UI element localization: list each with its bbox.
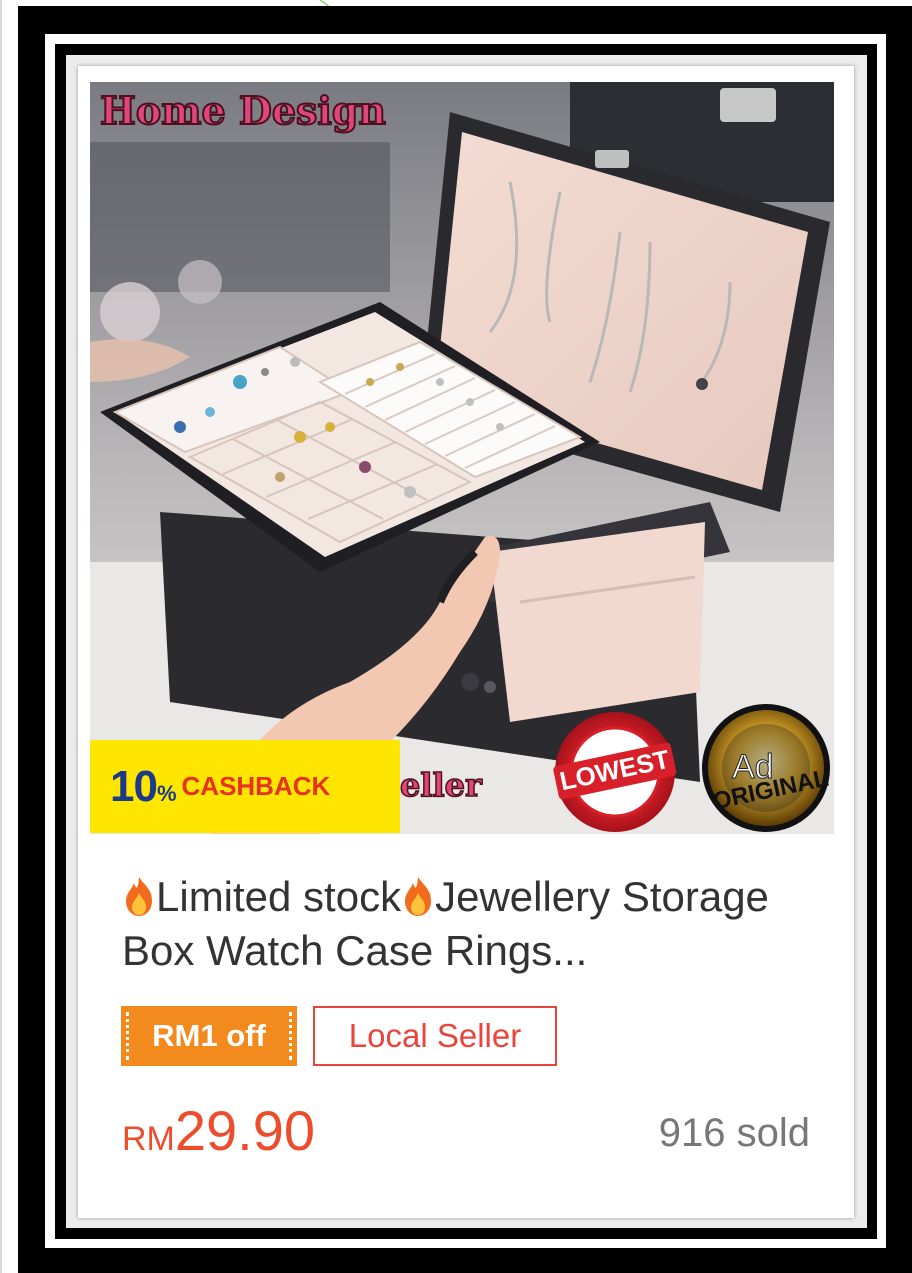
- ad-label: Ad: [732, 748, 775, 787]
- cashback-percent: 10%: [110, 761, 176, 811]
- cashback-label: CASHBACK: [181, 771, 331, 801]
- cashback-banner: 10% CASHBACK: [90, 740, 400, 833]
- brand-tag: Home Design: [99, 87, 387, 134]
- price-value: 29.90: [174, 1099, 316, 1162]
- product-price: RM 29.90: [122, 1098, 315, 1163]
- price-currency: RM: [122, 1120, 175, 1158]
- title-part-1: Limited stock: [156, 873, 402, 920]
- fire-icon: [126, 877, 152, 916]
- sold-count: 916 sold: [658, 1111, 810, 1155]
- product-title[interactable]: Limited stock Jewellery Storage Box Watc…: [122, 870, 822, 978]
- local-seller-badge: Local Seller: [313, 1006, 557, 1066]
- product-image[interactable]: LOWEST ORIGINAL: [90, 82, 834, 834]
- promo-badge: RM1 off: [121, 1006, 297, 1066]
- seller-overlay-text: eller: [399, 765, 482, 805]
- fire-icon: [405, 877, 432, 916]
